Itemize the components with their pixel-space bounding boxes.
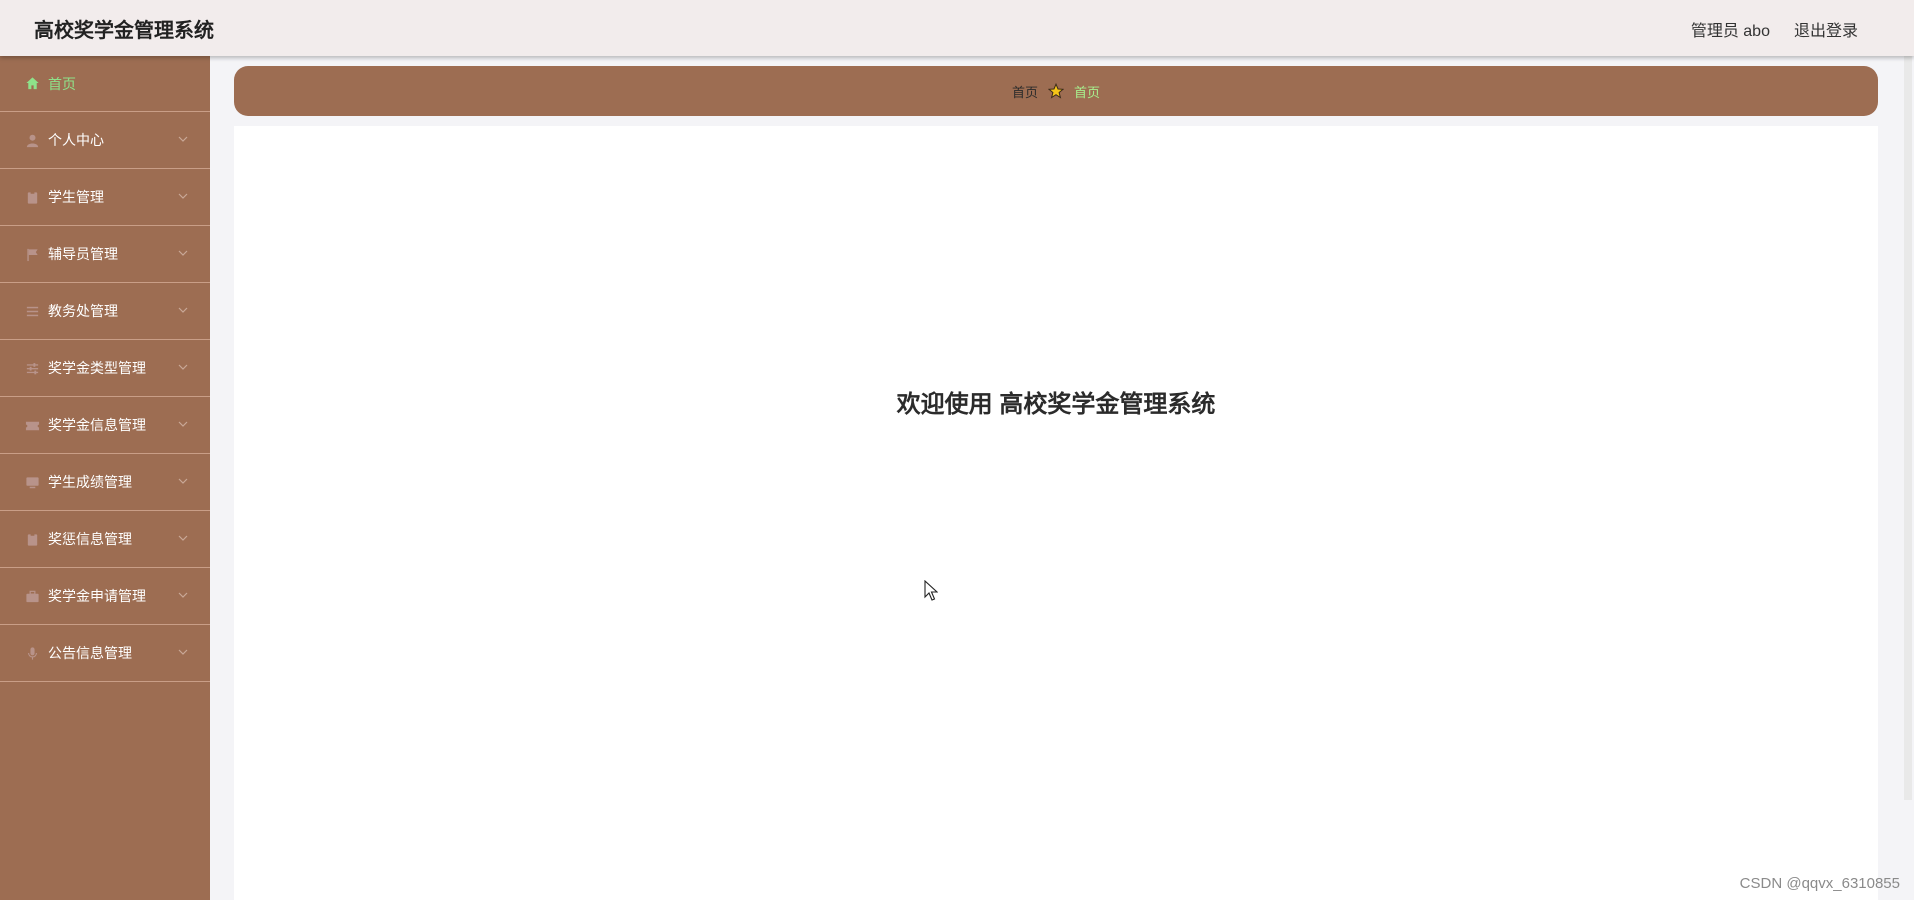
logout-button[interactable]: 退出登录 (1794, 17, 1858, 41)
sidebar-item-personal-center[interactable]: 个人中心 (0, 112, 210, 169)
chevron-down-icon (178, 421, 188, 427)
page-scrollbar[interactable] (1904, 56, 1912, 800)
chevron-down-icon (178, 250, 188, 256)
sidebar-item-student-management[interactable]: 学生管理 (0, 169, 210, 226)
sidebar-item-label: 奖惩信息管理 (48, 531, 132, 547)
sidebar-item-label: 公告信息管理 (48, 645, 132, 661)
sidebar-item-label: 奖学金申请管理 (48, 588, 146, 604)
clipboard-icon (24, 531, 40, 547)
breadcrumb: 首页 首页 (234, 66, 1878, 116)
welcome-heading: 欢迎使用 高校奖学金管理系统 (896, 391, 1216, 418)
content-panel: 欢迎使用 高校奖学金管理系统 (234, 126, 1878, 900)
sidebar-item-label: 学生管理 (48, 189, 104, 205)
sidebar-item-rewards-punishments-management[interactable]: 奖惩信息管理 (0, 511, 210, 568)
sidebar-item-academic-affairs-management[interactable]: 教务处管理 (0, 283, 210, 340)
monitor-icon (24, 474, 40, 490)
user-label[interactable]: 管理员 abo (1691, 17, 1770, 41)
user-icon (24, 132, 40, 148)
sidebar-item-label: 教务处管理 (48, 303, 118, 319)
star-icon (1048, 83, 1064, 99)
chevron-down-icon (178, 193, 188, 199)
sidebar-item-label: 学生成绩管理 (48, 474, 132, 490)
chevron-down-icon (178, 307, 188, 313)
chevron-down-icon (178, 478, 188, 484)
top-header: 高校奖学金管理系统 管理员 abo 退出登录 (0, 0, 1914, 56)
chevron-down-icon (178, 136, 188, 142)
breadcrumb-home[interactable]: 首页 (1012, 82, 1038, 101)
sidebar-item-scholarship-info-management[interactable]: 奖学金信息管理 (0, 397, 210, 454)
sidebar-item-announcement-management[interactable]: 公告信息管理 (0, 625, 210, 682)
sidebar-item-scholarship-application-management[interactable]: 奖学金申请管理 (0, 568, 210, 625)
briefcase-icon (24, 588, 40, 604)
list-icon (24, 303, 40, 319)
chevron-down-icon (178, 649, 188, 655)
sidebar-item-label: 个人中心 (48, 132, 104, 148)
chevron-down-icon (178, 535, 188, 541)
sliders-icon (24, 360, 40, 376)
home-icon (24, 76, 40, 92)
clipboard-icon (24, 189, 40, 205)
sidebar-item-scholarship-type-management[interactable]: 奖学金类型管理 (0, 340, 210, 397)
chevron-down-icon (178, 364, 188, 370)
app-title: 高校奖学金管理系统 (34, 20, 214, 42)
main-area: 首页 首页 欢迎使用 高校奖学金管理系统 (210, 56, 1914, 900)
ticket-icon (24, 417, 40, 433)
watermark: CSDN @qqvx_6310855 (1739, 875, 1900, 892)
mouse-cursor-icon (924, 580, 938, 601)
sidebar-item-label: 奖学金类型管理 (48, 360, 146, 376)
microphone-icon (24, 645, 40, 661)
sidebar-item-label: 辅导员管理 (48, 246, 118, 262)
sidebar: 首页 个人中心 学生管理 辅导员管理 教务处管理 奖学金类型管理 奖学金信息管理… (0, 56, 210, 900)
sidebar-item-label: 首页 (48, 75, 76, 92)
flag-icon (24, 246, 40, 262)
user-area: 管理员 abo 退出登录 (1691, 17, 1858, 41)
chevron-down-icon (178, 592, 188, 598)
breadcrumb-current: 首页 (1074, 84, 1101, 100)
sidebar-item-label: 奖学金信息管理 (48, 417, 146, 433)
sidebar-item-home[interactable]: 首页 (0, 56, 210, 112)
sidebar-item-counselor-management[interactable]: 辅导员管理 (0, 226, 210, 283)
sidebar-item-student-grades-management[interactable]: 学生成绩管理 (0, 454, 210, 511)
